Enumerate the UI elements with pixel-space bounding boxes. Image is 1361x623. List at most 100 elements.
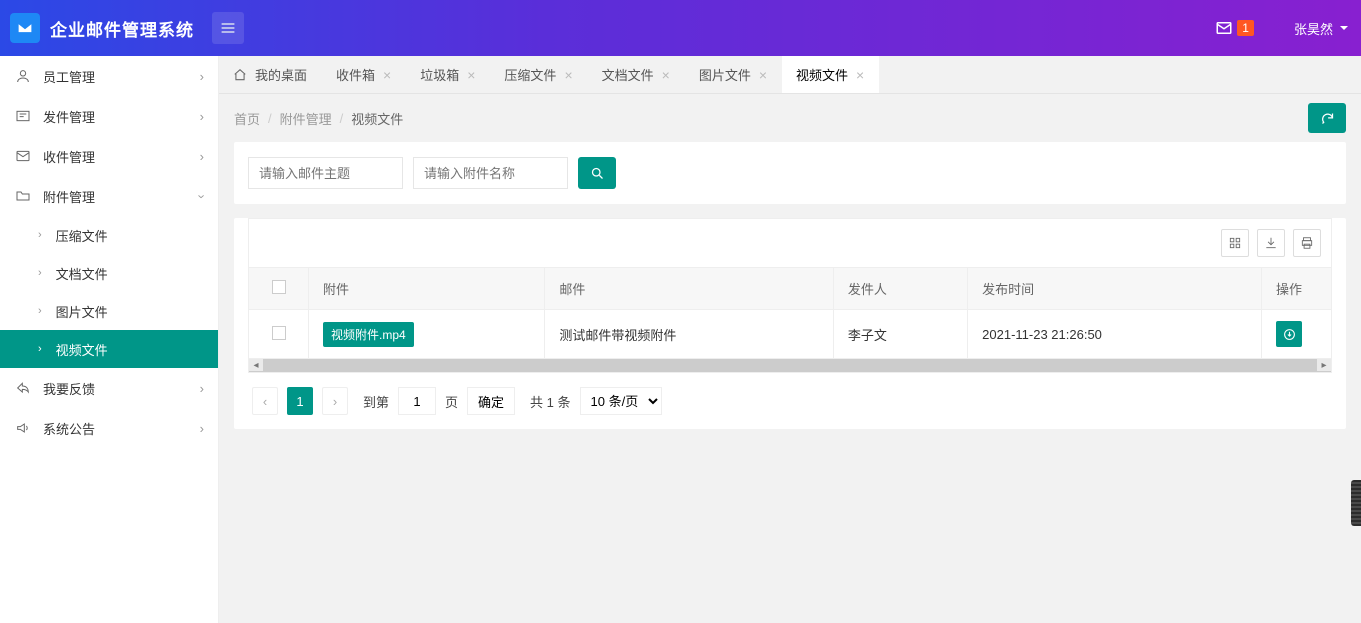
- breadcrumb-current: 视频文件: [351, 109, 403, 128]
- goto-confirm-button[interactable]: 确定: [467, 387, 515, 415]
- chevron-right-icon: ›: [200, 149, 204, 164]
- tab-compressed[interactable]: 压缩文件×: [490, 56, 587, 93]
- share-icon: [15, 380, 31, 396]
- sidebar-item-attachments[interactable]: 附件管理 ›: [0, 176, 218, 216]
- sidebar-item-inbox[interactable]: 收件管理 ›: [0, 136, 218, 176]
- next-page-button[interactable]: ›: [322, 387, 348, 415]
- pagination: ‹ 1 › 到第 页 确定 共 1 条 10 条/页: [248, 373, 1332, 415]
- chevron-right-icon: ›: [200, 109, 204, 124]
- table-panel: 附件 邮件 发件人 发布时间 操作 视频附件.mp4 测试邮件带视频附件 李子: [234, 218, 1346, 429]
- sidebar-item-feedback[interactable]: 我要反馈 ›: [0, 368, 218, 408]
- prev-page-button[interactable]: ‹: [252, 387, 278, 415]
- sidebar-item-label: 系统公告: [43, 419, 95, 438]
- col-time: 发布时间: [968, 268, 1262, 310]
- caret-down-icon: [1339, 23, 1349, 33]
- inbox-icon: [15, 148, 31, 164]
- tab-label: 我的桌面: [255, 65, 307, 84]
- tab-video[interactable]: 视频文件×: [782, 56, 879, 93]
- tab-image[interactable]: 图片文件 ×: [685, 56, 782, 93]
- notification-badge: 1: [1237, 20, 1254, 36]
- col-attachment: 附件: [309, 268, 545, 310]
- side-grip[interactable]: [1351, 480, 1361, 526]
- chevron-right-icon: ›: [38, 343, 42, 355]
- attachment-input[interactable]: [413, 157, 568, 189]
- goto-label: 到第: [363, 392, 389, 411]
- col-sender: 发件人: [833, 268, 967, 310]
- speaker-icon: [15, 420, 31, 436]
- sidebar-item-announce[interactable]: 系统公告 ›: [0, 408, 218, 448]
- close-icon[interactable]: ×: [383, 67, 391, 83]
- tab-label: 垃圾箱: [420, 65, 459, 84]
- refresh-button[interactable]: [1308, 103, 1346, 133]
- folder-icon: [15, 188, 31, 204]
- tab-bar: 我的桌面 收件箱 × 垃圾箱 × 压缩文件× 文档文件 × 图片文件 × 视频文件×: [219, 56, 1361, 94]
- page-unit: 页: [445, 392, 458, 411]
- download-button[interactable]: [1276, 321, 1302, 347]
- user-menu[interactable]: 张昊然: [1294, 19, 1349, 38]
- search-button[interactable]: [578, 157, 616, 189]
- chevron-right-icon: ›: [38, 229, 42, 241]
- close-icon[interactable]: ×: [856, 67, 864, 83]
- sidebar-item-label: 视频文件: [56, 340, 108, 359]
- export-button[interactable]: [1257, 229, 1285, 257]
- row-checkbox[interactable]: [272, 326, 286, 340]
- page-1-button[interactable]: 1: [287, 387, 313, 415]
- attachment-tag[interactable]: 视频附件.mp4: [323, 322, 414, 347]
- sidebar-item-label: 文档文件: [56, 264, 108, 283]
- sidebar-item-label: 收件管理: [43, 147, 95, 166]
- data-table: 附件 邮件 发件人 发布时间 操作 视频附件.mp4 测试邮件带视频附件 李子: [248, 267, 1332, 359]
- horizontal-scrollbar[interactable]: ◂ ▸: [248, 359, 1332, 373]
- sidebar-item-staff[interactable]: 员工管理 ›: [0, 56, 218, 96]
- scroll-left-button[interactable]: ◂: [249, 359, 263, 371]
- close-icon[interactable]: ×: [662, 67, 670, 83]
- columns-button[interactable]: [1221, 229, 1249, 257]
- sidebar-sub-document[interactable]: ›文档文件: [0, 254, 218, 292]
- tab-home[interactable]: 我的桌面: [219, 56, 322, 93]
- close-icon[interactable]: ×: [564, 67, 572, 83]
- sidebar-toggle-button[interactable]: [212, 12, 244, 44]
- tab-label: 收件箱: [336, 65, 375, 84]
- tab-label: 文档文件: [602, 65, 654, 84]
- breadcrumb: 首页 / 附件管理 / 视频文件: [234, 94, 1346, 142]
- goto-page-input[interactable]: [398, 387, 436, 415]
- mail-notification[interactable]: 1: [1215, 19, 1254, 37]
- total-count: 共 1 条: [530, 392, 570, 411]
- sidebar-item-label: 我要反馈: [43, 379, 95, 398]
- col-mail: 邮件: [545, 268, 833, 310]
- sender-cell: 李子文: [833, 310, 967, 359]
- page-size-select[interactable]: 10 条/页: [580, 387, 662, 415]
- tab-inbox[interactable]: 收件箱 ×: [322, 56, 406, 93]
- tab-document[interactable]: 文档文件 ×: [588, 56, 685, 93]
- user-icon: [15, 68, 31, 84]
- sidebar-item-label: 图片文件: [56, 302, 108, 321]
- tab-label: 图片文件: [699, 65, 751, 84]
- select-all-checkbox[interactable]: [272, 280, 286, 294]
- scroll-right-button[interactable]: ▸: [1317, 359, 1331, 371]
- close-icon[interactable]: ×: [759, 67, 767, 83]
- chevron-down-icon: ›: [194, 194, 209, 198]
- breadcrumb-mid[interactable]: 附件管理: [280, 109, 332, 128]
- close-icon[interactable]: ×: [467, 67, 475, 83]
- sidebar-sub-compressed[interactable]: › 压缩文件: [0, 216, 218, 254]
- col-op: 操作: [1262, 268, 1332, 310]
- app-header: 企业邮件管理系统 1 张昊然: [0, 0, 1361, 56]
- sidebar-item-label: 发件管理: [43, 107, 95, 126]
- sidebar-item-label: 附件管理: [43, 187, 95, 206]
- filter-panel: [234, 142, 1346, 204]
- app-title: 企业邮件管理系统: [50, 16, 194, 41]
- sidebar-sub-video[interactable]: › 视频文件: [0, 330, 218, 368]
- sidebar-item-label: 压缩文件: [56, 226, 108, 245]
- tab-trash[interactable]: 垃圾箱 ×: [406, 56, 490, 93]
- sidebar-item-label: 员工管理: [43, 67, 95, 86]
- chevron-right-icon: ›: [200, 381, 204, 396]
- time-cell: 2021-11-23 21:26:50: [968, 310, 1262, 359]
- sidebar-item-sent[interactable]: 发件管理 ›: [0, 96, 218, 136]
- print-button[interactable]: [1293, 229, 1321, 257]
- chevron-right-icon: ›: [38, 305, 42, 317]
- sidebar-sub-image[interactable]: › 图片文件: [0, 292, 218, 330]
- subject-input[interactable]: [248, 157, 403, 189]
- breadcrumb-home[interactable]: 首页: [234, 109, 260, 128]
- table-row: 视频附件.mp4 测试邮件带视频附件 李子文 2021-11-23 21:26:…: [249, 310, 1332, 359]
- sidebar: 员工管理 › 发件管理 › 收件管理 › 附件管理 › ›压缩文件 ›文档文件 …: [0, 56, 219, 623]
- logo-icon: [10, 13, 40, 43]
